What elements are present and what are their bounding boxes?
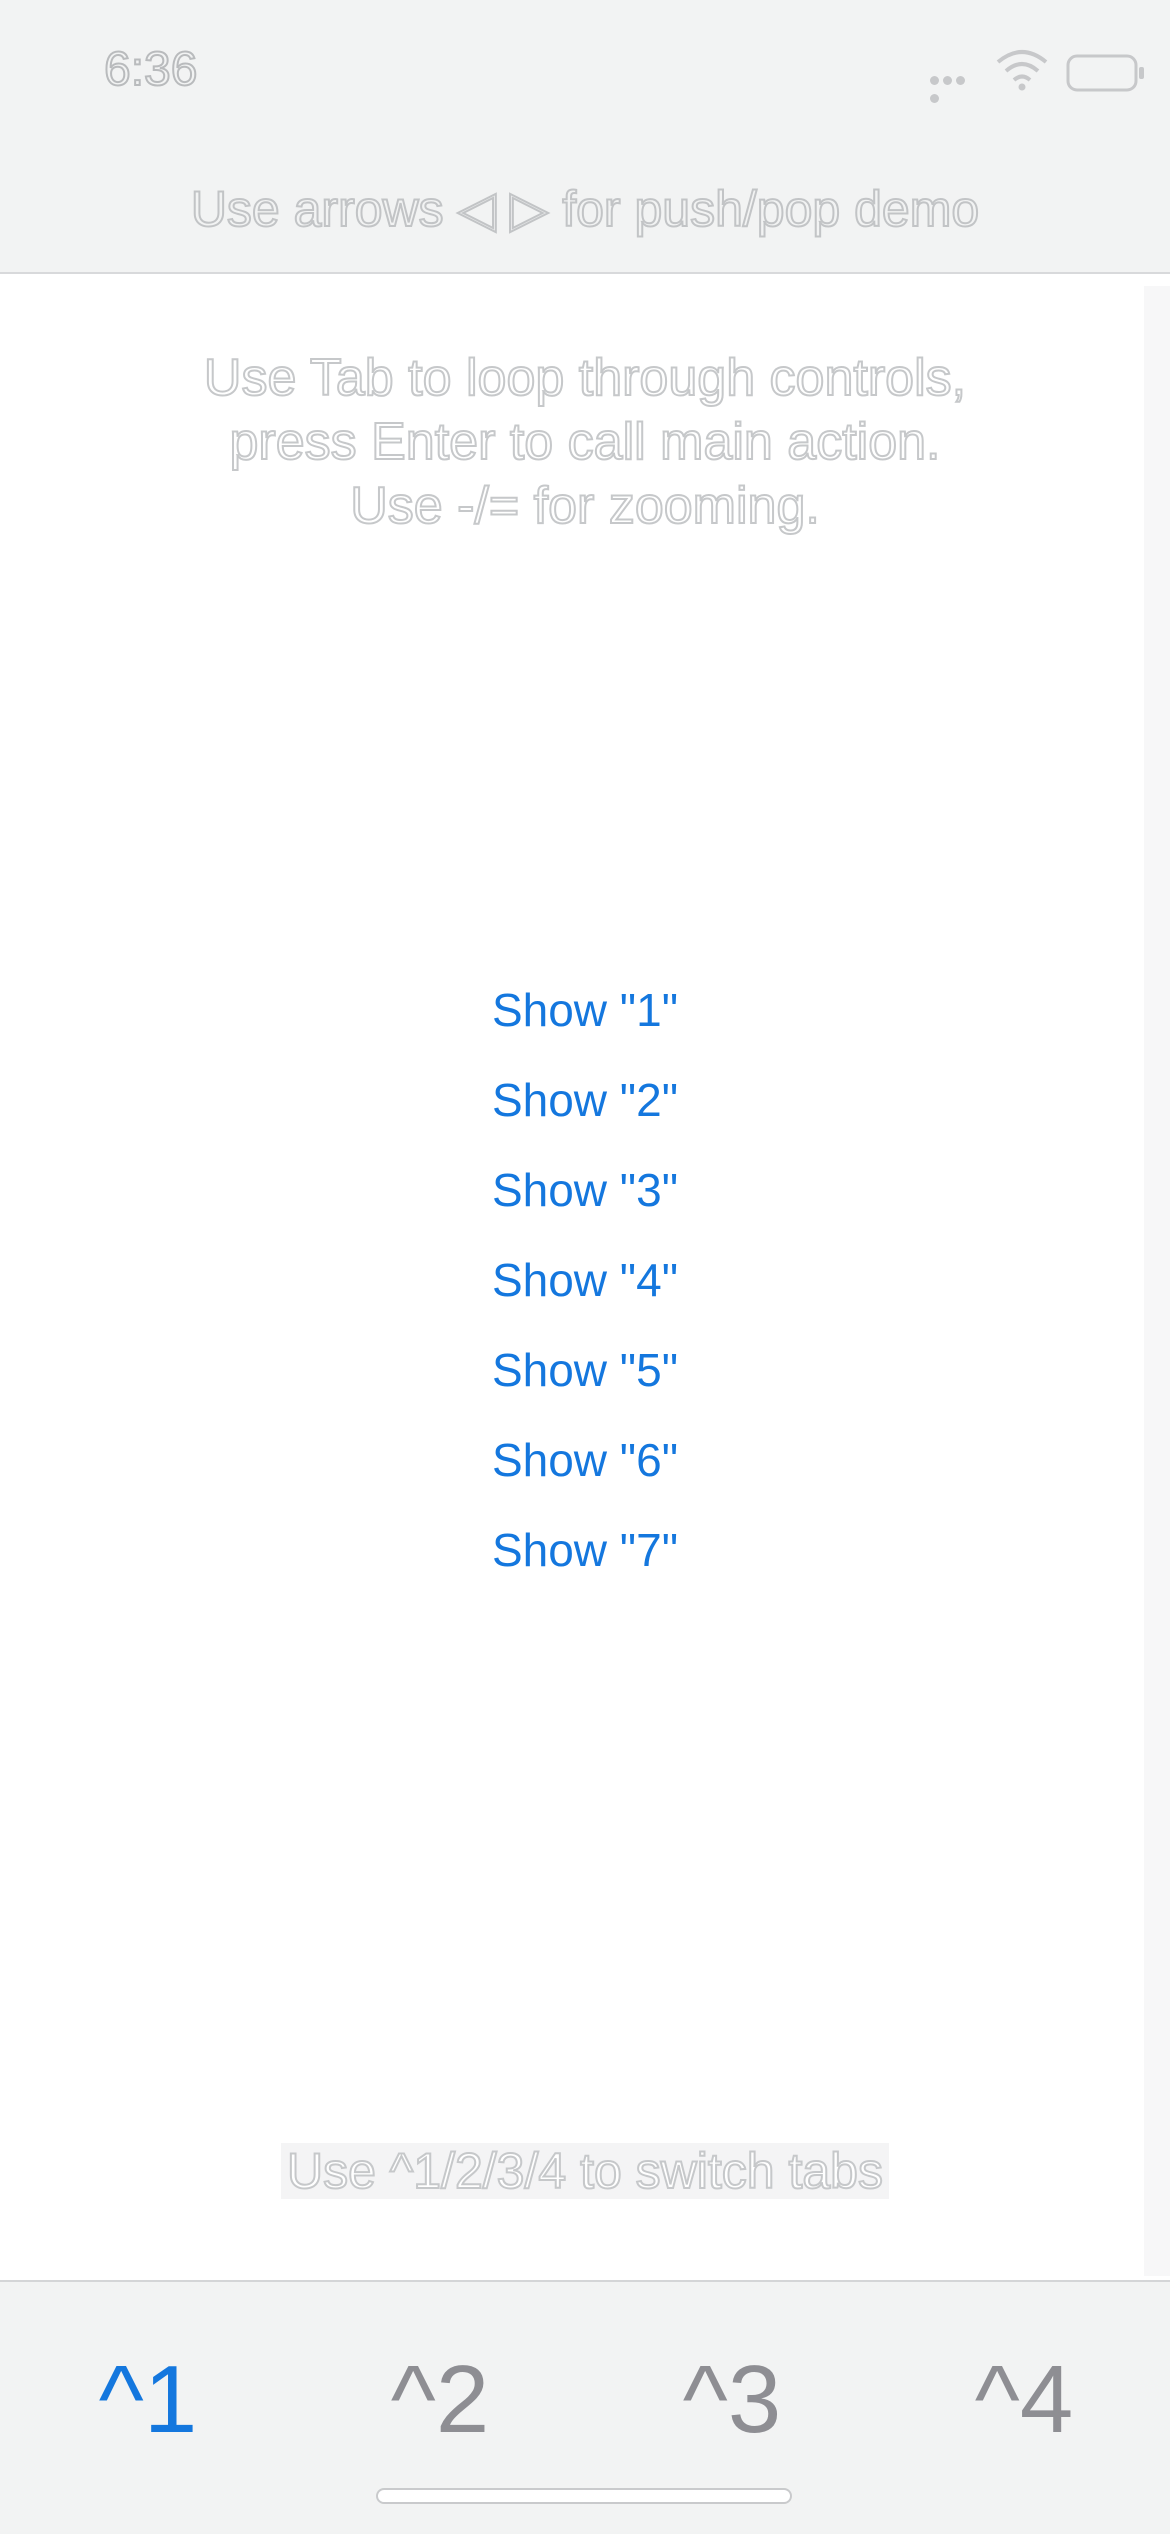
- tab-switch-hint: Use ^1/2/3/4 to switch tabs: [0, 2142, 1170, 2200]
- tab-switch-hint-text: Use ^1/2/3/4 to switch tabs: [281, 2142, 889, 2200]
- hint-line: Use Tab to loop through controls,: [203, 348, 967, 408]
- home-indicator[interactable]: [376, 2488, 792, 2504]
- tab-3[interactable]: ^3: [586, 2344, 878, 2456]
- main-content[interactable]: Use Tab to loop through controls, press …: [0, 274, 1170, 2280]
- tab-2[interactable]: ^2: [294, 2344, 586, 2456]
- tab-4[interactable]: ^4: [878, 2344, 1170, 2456]
- show-5-button[interactable]: Show "5": [486, 1324, 684, 1414]
- show-2-button[interactable]: Show "2": [486, 1054, 684, 1144]
- status-time: 6:36: [103, 42, 198, 97]
- wifi-icon: [996, 50, 1048, 91]
- signal-icon: [930, 72, 980, 103]
- nav-title: Use arrows ◁ ▷ for push/pop demo: [190, 180, 980, 238]
- show-6-button[interactable]: Show "6": [486, 1414, 684, 1504]
- show-3-button[interactable]: Show "3": [486, 1144, 684, 1234]
- show-1-button[interactable]: Show "1": [486, 964, 684, 1054]
- hint-line: Use -/= for zooming.: [349, 476, 821, 536]
- hint-line: press Enter to call main action.: [229, 412, 942, 472]
- navigation-bar: Use arrows ◁ ▷ for push/pop demo: [0, 150, 1170, 274]
- keyboard-hint: Use Tab to loop through controls, press …: [0, 346, 1170, 538]
- show-4-button[interactable]: Show "4": [486, 1234, 684, 1324]
- show-7-button[interactable]: Show "7": [486, 1504, 684, 1594]
- show-button-list: Show "1" Show "2" Show "3" Show "4" Show…: [0, 964, 1170, 1594]
- battery-icon: [1066, 54, 1144, 92]
- status-bar: 6:36: [0, 0, 1170, 150]
- tab-1[interactable]: ^1: [2, 2344, 294, 2456]
